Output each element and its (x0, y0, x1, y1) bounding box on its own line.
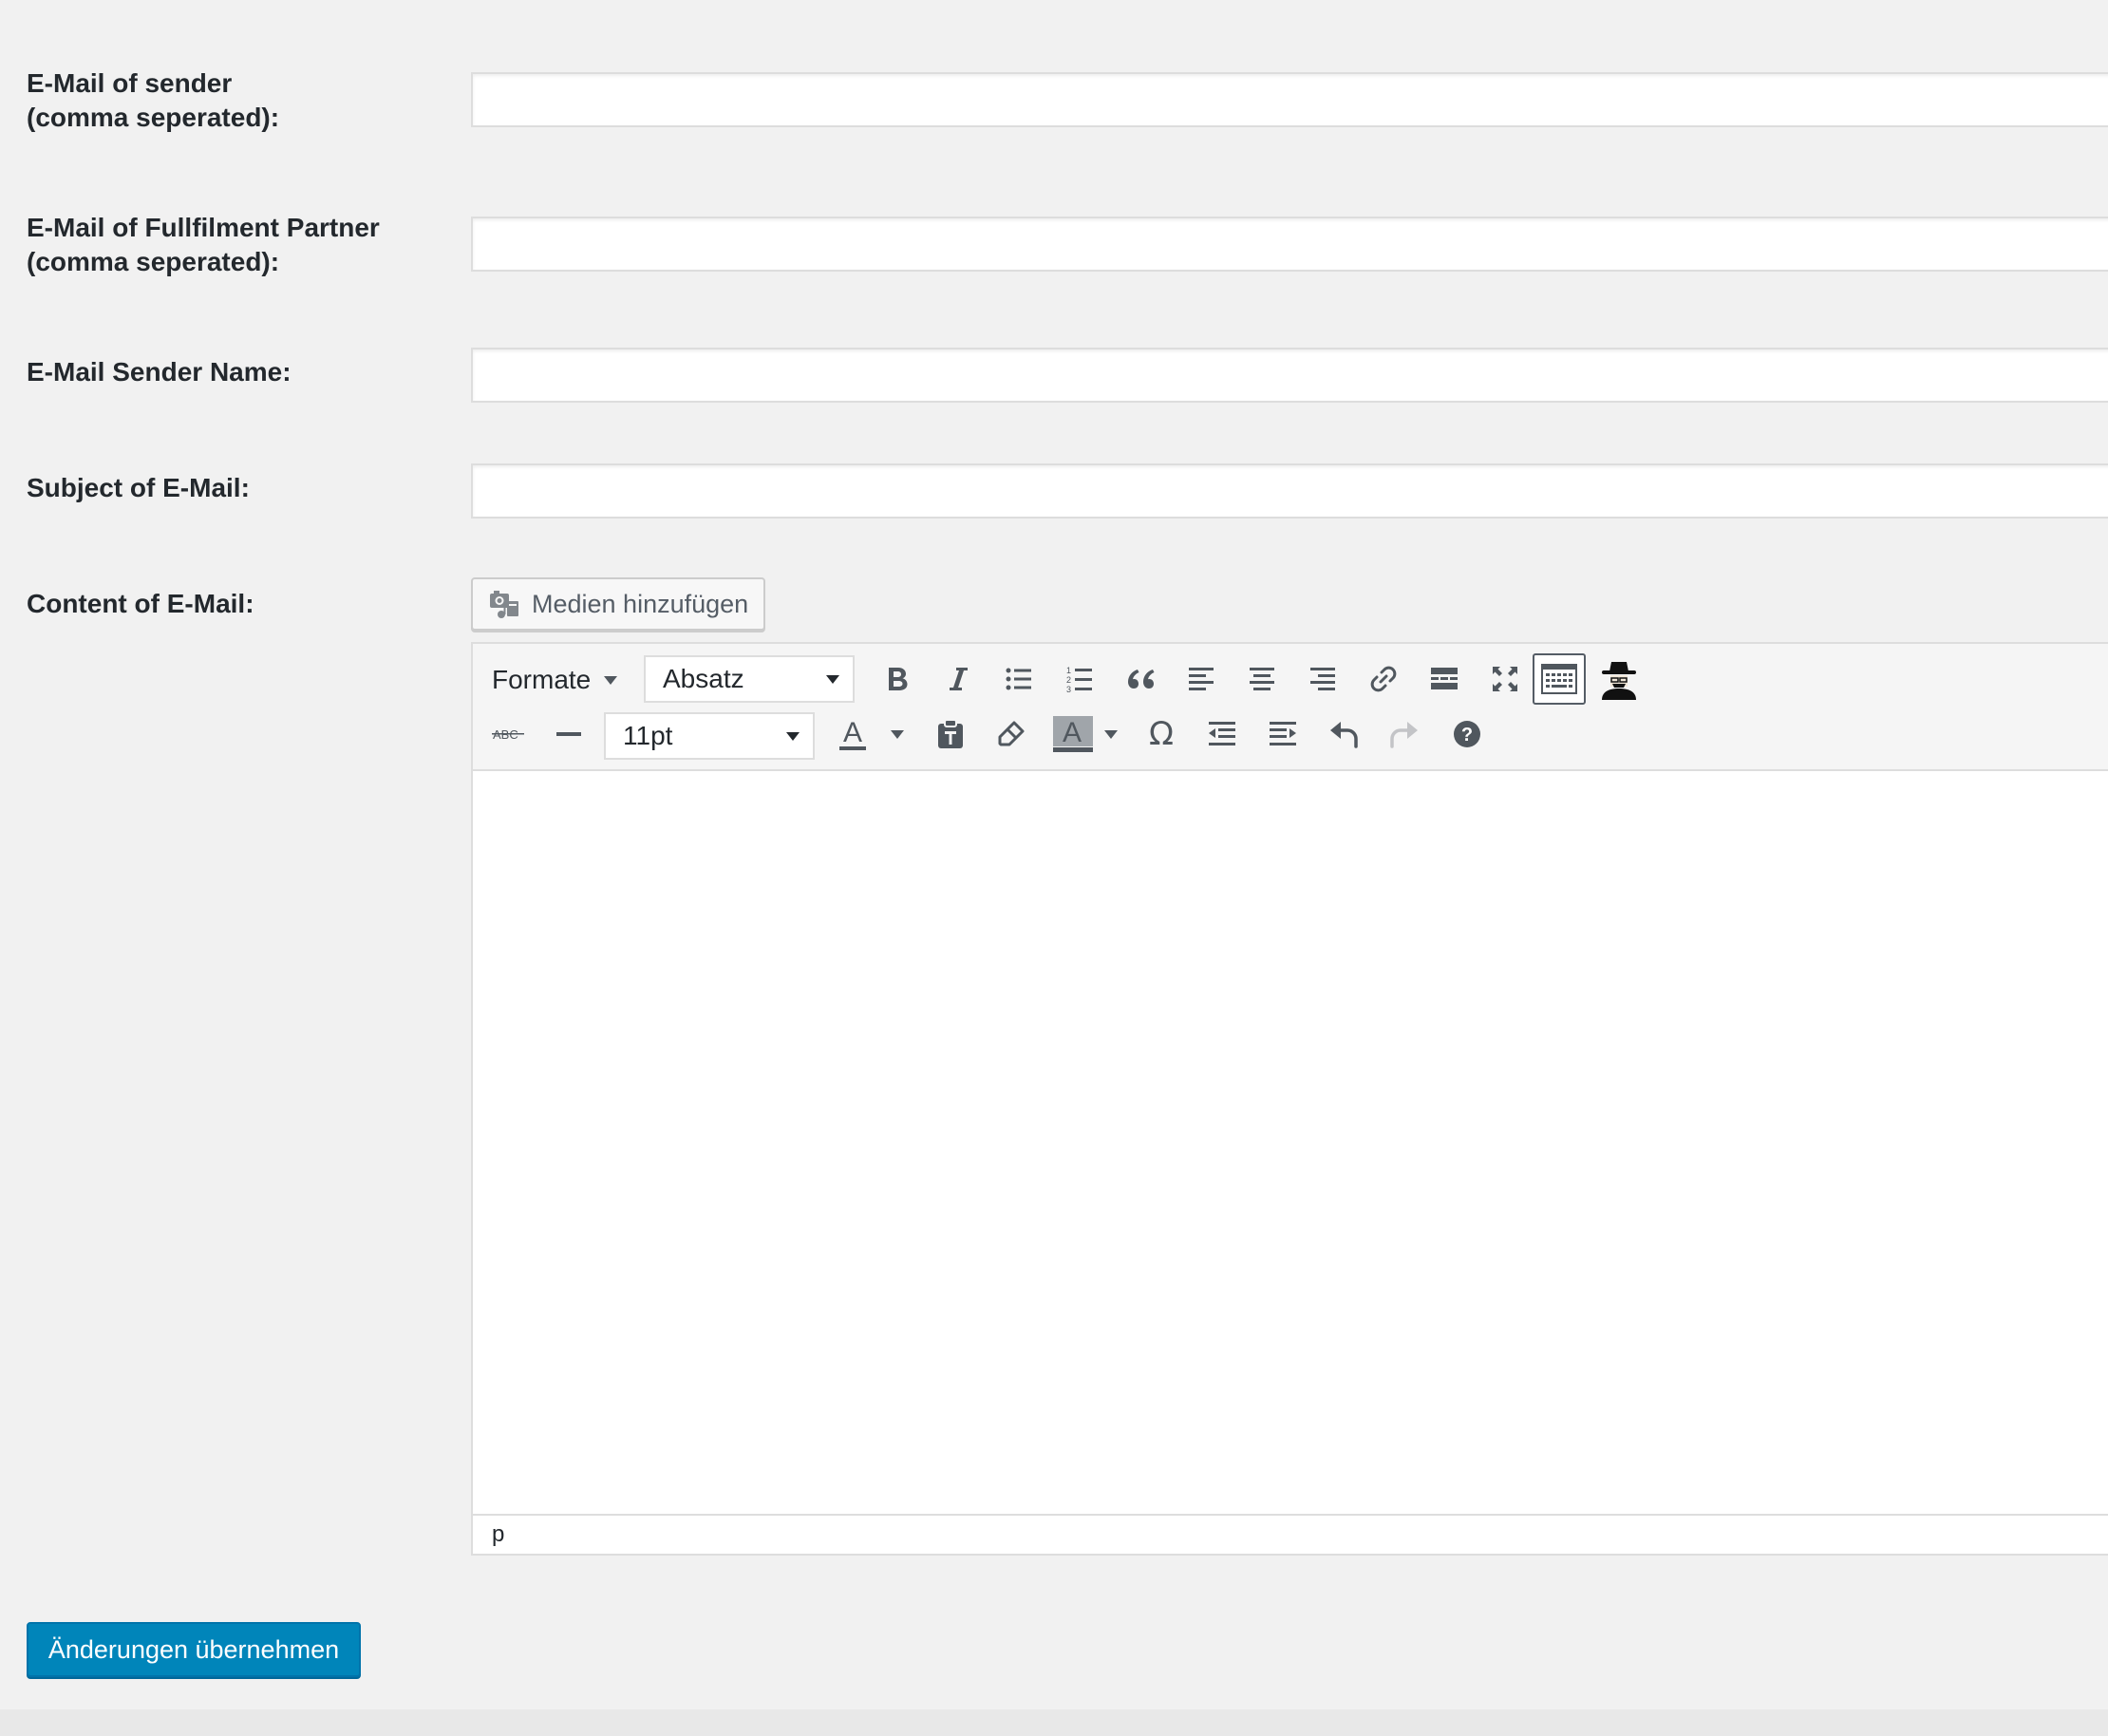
blockquote-button[interactable] (1117, 655, 1164, 703)
block-format-select[interactable]: Absatz (644, 655, 855, 703)
special-character-icon: Ω (1149, 715, 1174, 753)
bold-icon (889, 668, 908, 690)
add-media-label: Medien hinzufügen (532, 589, 749, 618)
font-size-value: 11pt (623, 721, 673, 750)
label-line: Subject of E-Mail: (27, 473, 250, 502)
redo-button[interactable] (1381, 710, 1428, 758)
editor-content-area[interactable] (473, 771, 2108, 1514)
chevron-down-icon (1104, 730, 1118, 739)
field-subject-label: Subject of E-Mail: (27, 471, 250, 505)
toolbar-toggle-button[interactable] (1533, 653, 1586, 705)
label-line: E-Mail of sender (27, 68, 233, 98)
formats-menu[interactable]: Formate (492, 657, 619, 703)
blockquote-icon (1128, 670, 1155, 689)
chevron-down-icon (786, 732, 800, 741)
help-glyph: ? (1461, 725, 1473, 745)
link-button[interactable] (1360, 655, 1407, 703)
text-color-icon: A (839, 717, 866, 750)
font-size-select[interactable]: 11pt (604, 712, 815, 760)
sender-name-input[interactable] (471, 348, 2108, 403)
label-line: Content of E-Mail: (27, 589, 254, 618)
link-icon (1370, 666, 1397, 692)
formats-label: Formate (492, 665, 592, 694)
horizontal-line-icon (556, 732, 581, 736)
subject-input[interactable] (471, 463, 2108, 519)
element-path[interactable]: p (492, 1521, 504, 1548)
align-right-icon (1310, 668, 1335, 690)
paste-as-text-icon (938, 719, 963, 748)
editor-toolbar: Formate Absatz 123 ABC 11pt A A Ω ? (473, 644, 2108, 771)
save-changes-button[interactable]: Änderungen übernehmen (27, 1622, 361, 1677)
clear-formatting-button[interactable] (988, 710, 1035, 758)
chevron-down-icon (891, 730, 904, 739)
italic-button[interactable] (934, 655, 982, 703)
align-center-button[interactable] (1238, 655, 1286, 703)
label-line: E-Mail of Fullfilment Partner (27, 213, 380, 242)
chevron-down-icon (604, 676, 618, 685)
numbered-list-button[interactable]: 123 (1056, 655, 1103, 703)
align-right-button[interactable] (1299, 655, 1346, 703)
italic-icon (950, 668, 968, 690)
field-fulfillment-email-label: E-Mail of Fullfilment Partner (comma sep… (27, 211, 380, 279)
svg-text:1: 1 (1066, 666, 1071, 675)
background-color-glyph: A (1063, 717, 1082, 748)
sender-email-input[interactable] (471, 72, 2108, 127)
rich-text-editor: Formate Absatz 123 ABC 11pt A A Ω ? p (471, 642, 2108, 1556)
content-label: Content of E-Mail: (27, 587, 254, 621)
label-line: (comma seperated): (27, 247, 280, 276)
read-more-button[interactable] (1421, 655, 1468, 703)
undo-icon (1330, 722, 1358, 748)
text-color-glyph: A (843, 717, 862, 748)
background-color-icon: A (1053, 716, 1093, 752)
toolbar-toggle-icon (1541, 664, 1577, 694)
horizontal-line-button[interactable] (545, 710, 593, 758)
svg-text:3: 3 (1066, 685, 1071, 693)
outdent-icon (1209, 722, 1235, 745)
bulleted-list-button[interactable] (995, 655, 1043, 703)
field-sender-name-label: E-Mail Sender Name: (27, 355, 292, 389)
outdent-button[interactable] (1198, 710, 1246, 758)
fullscreen-icon (1493, 667, 1517, 691)
bulleted-list-icon (1006, 668, 1031, 690)
svg-text:2: 2 (1066, 675, 1071, 685)
redo-icon (1390, 722, 1418, 748)
strikethrough-button[interactable]: ABC (484, 710, 532, 758)
align-left-button[interactable] (1177, 655, 1225, 703)
bold-button[interactable] (874, 655, 921, 703)
block-format-value: Absatz (663, 664, 744, 693)
align-center-icon (1250, 668, 1274, 690)
editor-statusbar: p (473, 1514, 2108, 1554)
help-button[interactable]: ? (1443, 710, 1491, 758)
fullscreen-button[interactable] (1481, 655, 1529, 703)
undo-button[interactable] (1320, 710, 1367, 758)
help-icon: ? (1454, 721, 1480, 747)
paste-as-text-button[interactable] (927, 710, 974, 758)
indent-icon (1270, 722, 1296, 745)
media-icon (490, 591, 518, 618)
numbered-list-icon: 123 (1066, 666, 1092, 693)
spy-button[interactable] (1593, 653, 1645, 705)
strikethrough-icon: ABC (492, 727, 524, 742)
spy-icon (1602, 662, 1636, 700)
chevron-down-icon (826, 675, 839, 684)
field-sender-email-label: E-Mail of sender (comma seperated): (27, 66, 279, 135)
add-media-button[interactable]: Medien hinzufügen (471, 577, 765, 631)
text-color-button[interactable]: A (828, 710, 917, 758)
read-more-icon (1431, 668, 1458, 689)
indent-button[interactable] (1259, 710, 1307, 758)
fulfillment-email-input[interactable] (471, 217, 2108, 272)
clear-formatting-icon (998, 721, 1025, 746)
special-character-button[interactable]: Ω (1138, 710, 1185, 758)
label-line: (comma seperated): (27, 103, 280, 132)
background-color-button[interactable]: A (1041, 710, 1132, 758)
label-line: E-Mail Sender Name: (27, 357, 292, 387)
footer-strip (0, 1709, 2108, 1736)
align-left-icon (1189, 668, 1214, 690)
